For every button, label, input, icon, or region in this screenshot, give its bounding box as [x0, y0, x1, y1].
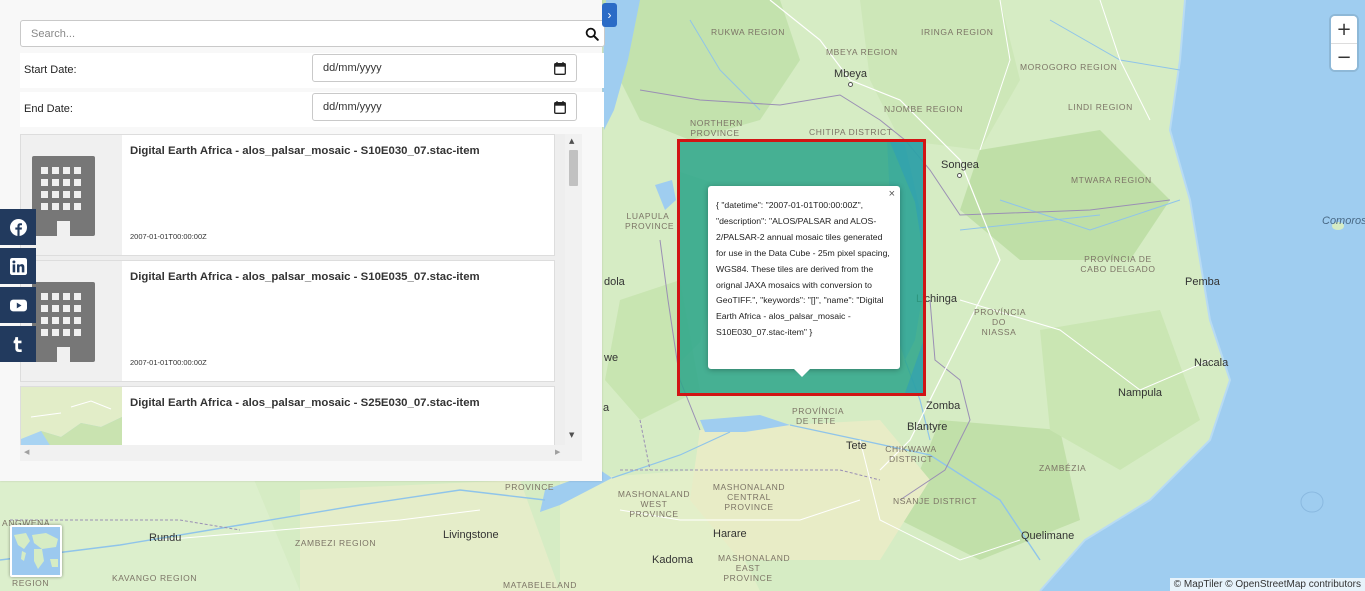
- region-label: CHITIPA DISTRICT: [809, 127, 893, 137]
- popup-close-button[interactable]: ×: [889, 188, 895, 200]
- region-label: RUKWA REGION: [711, 27, 785, 37]
- results-horizontal-scrollbar[interactable]: ◀ ▶: [20, 445, 565, 461]
- region-label: REGION: [12, 578, 50, 588]
- city-label: Mbeya: [834, 68, 867, 87]
- feature-popup: × { "datetime": "2007-01-01T00:00:00Z", …: [708, 186, 900, 377]
- result-date: 2007-01-01T00:00:00Z: [130, 232, 207, 241]
- result-date: 2007-01-01T00:00:00Z: [130, 358, 207, 367]
- region-label: PROVINCE: [505, 482, 555, 492]
- city-label: Zomba: [926, 400, 961, 412]
- city-label: Blantyre: [907, 421, 948, 433]
- zoom-out-button[interactable]: −: [1331, 43, 1357, 70]
- scroll-up-arrow[interactable]: ▲: [569, 137, 574, 145]
- youtube-button[interactable]: [0, 287, 36, 323]
- start-date-input[interactable]: dd/mm/yyyy: [312, 54, 577, 82]
- region-label: NJOMBE REGION: [884, 104, 964, 114]
- region-label: MATABELELAND: [503, 580, 577, 590]
- scroll-down-arrow[interactable]: ▼: [569, 431, 574, 439]
- start-date-row: Start Date: dd/mm/yyyy: [20, 53, 604, 88]
- results-vertical-scrollbar[interactable]: ▲ ▼: [565, 134, 582, 461]
- city-label: Pemba: [1185, 276, 1220, 288]
- city-label: a: [603, 402, 610, 414]
- end-date-row: End Date: dd/mm/yyyy: [20, 92, 604, 127]
- region-label: MASHONALAND CENTRAL PROVINCE: [712, 482, 786, 512]
- minimap-world: [12, 527, 60, 575]
- result-card[interactable]: Digital Earth Africa - alos_palsar_mosai…: [20, 134, 555, 256]
- search-icon[interactable]: [585, 27, 599, 41]
- region-label: NSANJE DISTRICT: [893, 496, 978, 506]
- city-label: Tete: [846, 440, 867, 452]
- zoom-in-button[interactable]: +: [1331, 16, 1357, 43]
- zoom-control: + −: [1331, 16, 1357, 70]
- scroll-left-arrow[interactable]: ◀: [24, 448, 29, 456]
- linkedin-button[interactable]: [0, 248, 36, 284]
- region-label: IRINGA REGION: [921, 27, 994, 37]
- region-label: LUAPULA PROVINCE: [625, 211, 675, 231]
- region-label: MOROGORO REGION: [1020, 62, 1118, 72]
- region-label: PROVÍNCIA DO NIASSA: [974, 307, 1027, 337]
- region-label: PROVÍNCIA DE CABO DELGADO: [1080, 254, 1156, 274]
- region-label: MTWARA REGION: [1071, 175, 1152, 185]
- region-label: CHIKWAWA DISTRICT: [885, 444, 937, 464]
- city-label: Quelimane: [1021, 530, 1075, 542]
- region-label: MASHONALAND EAST PROVINCE: [718, 553, 791, 583]
- building-icon: [32, 282, 95, 362]
- facebook-button[interactable]: [0, 209, 36, 245]
- start-date-label: Start Date:: [24, 64, 77, 76]
- start-date-placeholder: dd/mm/yyyy: [323, 62, 382, 74]
- region-label: NORTHERN PROVINCE: [690, 118, 743, 138]
- results-list[interactable]: Digital Earth Africa - alos_palsar_mosai…: [20, 134, 582, 461]
- search-sidebar: Start Date: dd/mm/yyyy End Date: dd/mm/y…: [0, 0, 605, 481]
- scrollbar-thumb[interactable]: [569, 150, 578, 186]
- calendar-icon[interactable]: [554, 101, 566, 114]
- city-label: Livingstone: [443, 529, 499, 541]
- region-label: ZAMBEZI REGION: [295, 538, 377, 548]
- search-box: [20, 20, 605, 47]
- linkedin-icon: [9, 257, 27, 275]
- city-label: we: [604, 352, 619, 364]
- region-label: KAVANGO REGION: [112, 573, 198, 583]
- end-date-placeholder: dd/mm/yyyy: [323, 101, 382, 113]
- sidebar-toggle-button[interactable]: ›: [602, 3, 617, 27]
- city-label: dola: [604, 276, 625, 288]
- result-title[interactable]: Digital Earth Africa - alos_palsar_mosai…: [130, 145, 480, 157]
- calendar-icon[interactable]: [554, 62, 566, 75]
- result-title[interactable]: Digital Earth Africa - alos_palsar_mosai…: [130, 397, 480, 409]
- region-label: MASHONALAND WEST PROVINCE: [617, 489, 691, 519]
- facebook-icon: [9, 218, 27, 236]
- search-input[interactable]: [21, 21, 604, 46]
- end-date-input[interactable]: dd/mm/yyyy: [312, 93, 577, 121]
- popup-content: { "datetime": "2007-01-01T00:00:00Z", "d…: [716, 200, 890, 338]
- youtube-icon: [9, 299, 27, 311]
- result-title[interactable]: Digital Earth Africa - alos_palsar_mosai…: [130, 271, 480, 283]
- tumblr-icon: [13, 336, 22, 352]
- tumblr-button[interactable]: [0, 326, 36, 362]
- city-label: Harare: [713, 528, 747, 540]
- city-label: Songea: [941, 159, 979, 178]
- city-label: Rundu: [149, 532, 182, 544]
- city-label: Nacala: [1194, 357, 1229, 369]
- city-label: Kadoma: [652, 554, 693, 566]
- map-attribution[interactable]: © MapTiler © OpenStreetMap contributors: [1169, 578, 1365, 591]
- result-thumbnail: [21, 261, 122, 381]
- result-thumbnail: [21, 135, 122, 255]
- overview-minimap[interactable]: [10, 525, 62, 577]
- city-label: Nampula: [1118, 387, 1163, 399]
- region-label: ZAMBÉZIA: [1039, 463, 1087, 473]
- end-date-label: End Date:: [24, 103, 73, 115]
- ocean-label: Comoros: [1322, 215, 1365, 227]
- scroll-right-arrow[interactable]: ▶: [555, 448, 560, 456]
- region-label: LINDI REGION: [1068, 102, 1133, 112]
- region-label: MBEYA REGION: [826, 47, 898, 57]
- result-card[interactable]: Digital Earth Africa - alos_palsar_mosai…: [20, 260, 555, 382]
- building-icon: [32, 156, 95, 236]
- region-label: PROVÍNCIA DE TETE: [792, 406, 845, 426]
